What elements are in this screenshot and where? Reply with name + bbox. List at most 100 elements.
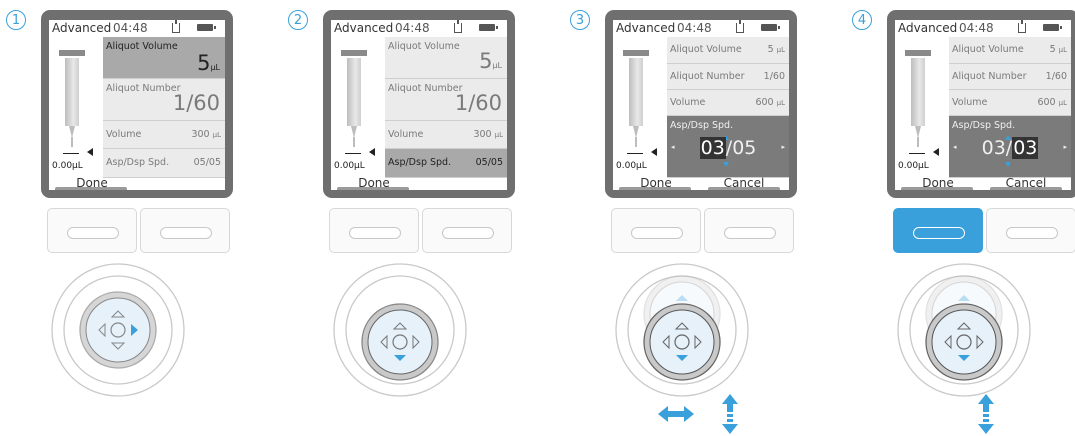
menu-row-volume[interactable]: Volume 600 µL xyxy=(667,90,789,116)
screen-title: Advanced xyxy=(898,21,958,35)
dial-icon xyxy=(51,263,185,397)
left-softkey-button[interactable] xyxy=(611,208,701,253)
syringe-area: 0.00µL xyxy=(895,37,948,178)
device-screen: Advanced 04:48 0.00µL Aliquot Volume 5 µ… xyxy=(613,20,789,190)
right-softkey-button[interactable] xyxy=(704,208,794,253)
step-number: 1 xyxy=(6,10,26,30)
menu-row-volume[interactable]: Volume 600 µL xyxy=(949,90,1071,116)
syringe-volume: 0.00µL xyxy=(334,161,365,171)
menu-row-aliquot-number[interactable]: Aliquot Number 1/60 xyxy=(103,79,225,121)
left-softkey-button[interactable] xyxy=(329,208,419,253)
navigation-dial[interactable] xyxy=(330,262,470,402)
step-number: 4 xyxy=(852,10,872,30)
syringe-icon xyxy=(911,58,925,126)
syringe-plunger xyxy=(59,50,85,56)
dial-icon xyxy=(897,263,1031,397)
status-bar: Advanced 04:48 xyxy=(895,20,1071,37)
step-panel-2: 2 Advanced 04:48 0.00µL Aliquot Volume 5… xyxy=(282,0,542,436)
syringe-icon xyxy=(65,58,79,126)
menu-row-volume[interactable]: Volume 300 µL xyxy=(103,121,225,149)
menu-row-volume[interactable]: Volume 300 µL xyxy=(385,121,507,149)
screen-title: Advanced xyxy=(334,21,394,35)
level-arrow-icon xyxy=(369,148,375,156)
pipette-device: Advanced 04:48 0.00µL Aliquot Volume 5 µ… xyxy=(887,10,1075,198)
pipette-device: Advanced 04:48 0.00µL Aliquot Volume 5 µ… xyxy=(605,10,797,198)
step-number: 2 xyxy=(288,10,308,30)
right-softkey-button[interactable] xyxy=(140,208,230,253)
syringe-plunger xyxy=(905,50,931,56)
step-panel-1: 1 Advanced 04:48 0.00µL Aliquot Volume 5… xyxy=(0,0,260,436)
left-softkey-button-pressed[interactable] xyxy=(893,208,983,253)
battery-icon xyxy=(761,24,780,31)
step-panel-4: 4 Advanced 04:48 0.00µL Aliquot Volume 5… xyxy=(846,0,1075,436)
level-arrow-icon xyxy=(933,148,939,156)
device-screen: Advanced 04:48 0.00µL Aliquot Volume 5µL xyxy=(49,20,225,190)
dial-icon xyxy=(615,263,749,397)
settings-menu: Aliquot Volume 5µL Aliquot Number 1/60 V… xyxy=(385,37,507,178)
pipette-icon xyxy=(454,20,462,33)
menu-row-aliquot-number[interactable]: Aliquot Number 1/60 xyxy=(667,64,789,90)
clock: 04:48 xyxy=(959,21,994,35)
arrow-icon xyxy=(658,394,738,434)
syringe-area: 0.00µL xyxy=(331,37,384,178)
status-bar: Advanced 04:48 xyxy=(331,20,507,37)
navigation-dial[interactable] xyxy=(48,262,188,402)
decrement-arrow-icon xyxy=(1005,162,1011,167)
menu-row-aliquot-number[interactable]: Aliquot Number 1/60 xyxy=(385,79,507,121)
screen-title: Advanced xyxy=(52,21,112,35)
syringe-volume: 0.00µL xyxy=(616,161,647,171)
menu-row-aliquot-volume[interactable]: Aliquot Volume 5 µL xyxy=(949,37,1071,64)
syringe-icon xyxy=(629,58,643,126)
battery-icon xyxy=(1043,24,1062,31)
battery-icon xyxy=(479,24,498,31)
menu-row-aliquot-volume[interactable]: Aliquot Volume 5µL xyxy=(385,37,507,79)
battery-icon xyxy=(197,24,216,31)
clock: 04:48 xyxy=(677,21,712,35)
step-panel-3: 3 Advanced 04:48 0.00µL Aliquot Volume 5… xyxy=(564,0,824,436)
syringe-area: 0.00µL xyxy=(49,37,102,178)
menu-row-asp-dsp-speed[interactable]: Asp/Dsp Spd. 05/05 xyxy=(385,149,507,178)
left-softkey-button[interactable] xyxy=(47,208,137,253)
pipette-device: Advanced 04:48 0.00µL Aliquot Volume 5µL xyxy=(41,10,233,198)
pipette-icon xyxy=(736,20,744,33)
device-screen: Advanced 04:48 0.00µL Aliquot Volume 5µL xyxy=(331,20,507,190)
dial-icon xyxy=(333,263,467,397)
clock: 04:48 xyxy=(113,21,148,35)
syringe-icon xyxy=(347,58,361,126)
step-number: 3 xyxy=(570,10,590,30)
status-bar: Advanced 04:48 xyxy=(613,20,789,37)
screen-title: Advanced xyxy=(616,21,676,35)
syringe-volume: 0.00µL xyxy=(898,161,929,171)
syringe-volume: 0.00µL xyxy=(52,161,83,171)
menu-row-asp-dsp-speed-editor[interactable]: Asp/Dsp Spd. ◂ 03/05 ▸ xyxy=(667,116,789,178)
speed-selector[interactable]: 03/03 xyxy=(949,137,1071,159)
syringe-plunger xyxy=(341,50,367,56)
menu-row-asp-dsp-speed[interactable]: Asp/Dsp Spd. 05/05 xyxy=(103,149,225,178)
clock: 04:48 xyxy=(395,21,430,35)
right-arrow-icon: ▸ xyxy=(1063,143,1067,151)
navigation-dial[interactable] xyxy=(612,262,752,402)
pipette-icon xyxy=(1018,20,1026,33)
right-softkey-button[interactable] xyxy=(422,208,512,253)
syringe-plunger xyxy=(623,50,649,56)
speed-selector[interactable]: 03/05 xyxy=(667,137,789,159)
pipette-icon xyxy=(172,20,180,33)
navigation-dial[interactable] xyxy=(894,262,1034,402)
status-bar: Advanced 04:48 xyxy=(49,20,225,37)
arrow-icon xyxy=(978,394,994,434)
menu-row-aliquot-number[interactable]: Aliquot Number 1/60 xyxy=(949,64,1071,90)
settings-menu: Aliquot Volume 5µL Aliquot Number 1/60 V… xyxy=(103,37,225,178)
syringe-area: 0.00µL xyxy=(613,37,666,178)
decrement-arrow-icon xyxy=(723,162,729,167)
device-screen: Advanced 04:48 0.00µL Aliquot Volume 5 µ… xyxy=(895,20,1071,190)
menu-row-asp-dsp-speed-editor[interactable]: Asp/Dsp Spd. ◂ 03/03 ▸ xyxy=(949,116,1071,178)
pipette-device: Advanced 04:48 0.00µL Aliquot Volume 5µL xyxy=(323,10,515,198)
right-arrow-icon: ▸ xyxy=(781,143,785,151)
settings-menu: Aliquot Volume 5 µL Aliquot Number 1/60 … xyxy=(667,37,789,178)
level-arrow-icon xyxy=(87,148,93,156)
level-arrow-icon xyxy=(651,148,657,156)
settings-menu: Aliquot Volume 5 µL Aliquot Number 1/60 … xyxy=(949,37,1071,178)
right-softkey-button[interactable] xyxy=(986,208,1075,253)
menu-row-aliquot-volume[interactable]: Aliquot Volume 5µL xyxy=(103,37,225,79)
menu-row-aliquot-volume[interactable]: Aliquot Volume 5 µL xyxy=(667,37,789,64)
